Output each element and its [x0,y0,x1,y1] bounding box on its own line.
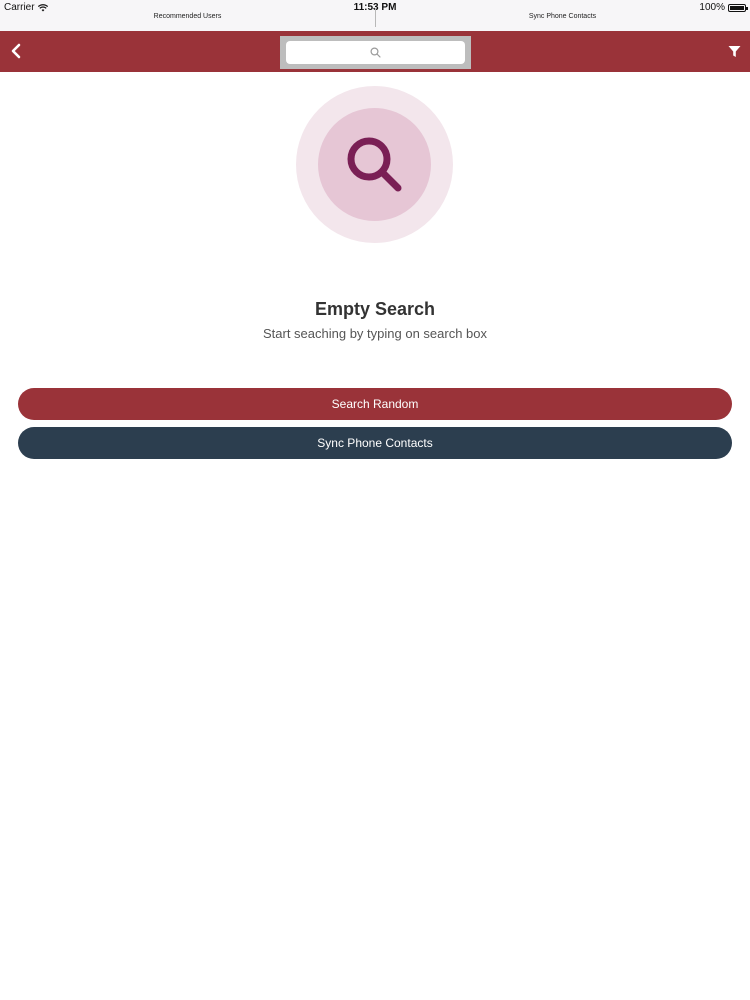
battery-indicator: 100% [699,2,748,13]
status-bar: Carrier 11:53 PM 100% Recommended Users … [0,0,750,31]
empty-state-illustration [296,86,453,243]
screen: Carrier 11:53 PM 100% Recommended Users … [0,0,750,1000]
sync-phone-contacts-button[interactable]: Sync Phone Contacts [18,427,732,459]
search-random-button[interactable]: Search Random [18,388,732,420]
filter-button[interactable] [724,41,744,61]
back-button[interactable] [6,41,26,61]
navigation-bar [0,31,750,72]
search-icon [347,137,401,191]
filter-icon [728,45,740,57]
battery-percent: 100% [699,2,725,13]
chevron-left-icon [11,43,21,59]
battery-fill [730,5,744,10]
empty-state-subtitle: Start seaching by typing on search box [262,326,488,341]
search-icon [370,47,381,58]
battery-icon [728,3,748,12]
tab-recommended-users[interactable]: Recommended Users [0,13,375,20]
empty-state-title: Empty Search [314,299,436,319]
tab-sync-phone-contacts[interactable]: Sync Phone Contacts [375,13,750,20]
search-bar [280,36,471,69]
empty-state-inner-circle [318,108,431,221]
search-input[interactable] [286,41,465,64]
